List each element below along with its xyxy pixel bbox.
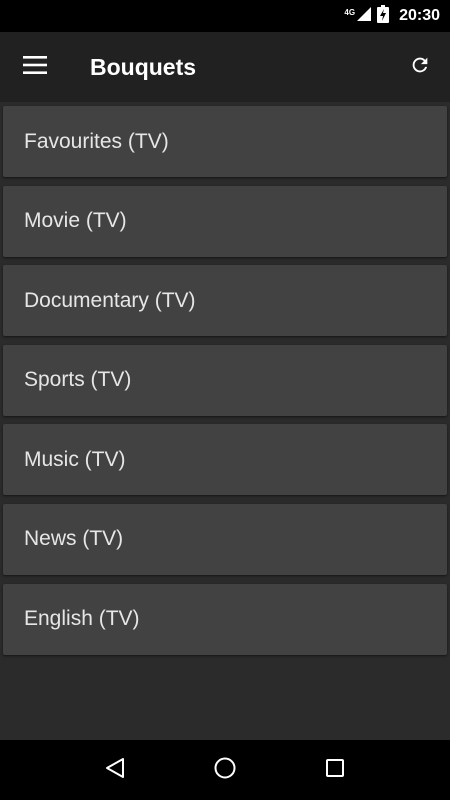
bouquet-label: Documentary (TV)	[24, 288, 196, 312]
recents-icon	[325, 758, 345, 783]
bouquet-label: Favourites (TV)	[24, 129, 169, 153]
battery-charging-icon	[377, 4, 390, 28]
bouquet-label: Music (TV)	[24, 447, 126, 471]
signal-icon	[357, 6, 372, 26]
network-type: 4G	[344, 7, 356, 17]
home-button[interactable]	[200, 745, 250, 795]
refresh-icon	[409, 54, 431, 81]
bouquet-item-english[interactable]: English (TV)	[3, 583, 447, 655]
back-button[interactable]	[90, 745, 140, 795]
bouquet-list: Favourites (TV) Movie (TV) Documentary (…	[0, 102, 450, 740]
bouquet-item-music[interactable]: Music (TV)	[3, 424, 447, 496]
navigation-bar	[0, 740, 450, 800]
status-time: 20:30	[399, 7, 440, 24]
status-bar: 4G 20:30	[0, 0, 450, 32]
bouquet-label: Sports (TV)	[24, 368, 132, 392]
bouquet-item-news[interactable]: News (TV)	[3, 503, 447, 575]
refresh-button[interactable]	[390, 32, 450, 102]
menu-button[interactable]	[0, 32, 70, 102]
menu-icon	[23, 55, 47, 79]
bouquet-label: Movie (TV)	[24, 209, 127, 233]
app-bar: Bouquets	[0, 32, 450, 102]
bouquet-item-movie[interactable]: Movie (TV)	[3, 185, 447, 257]
bouquet-label: News (TV)	[24, 527, 124, 551]
bouquet-item-documentary[interactable]: Documentary (TV)	[3, 265, 447, 337]
bouquet-item-favourites[interactable]: Favourites (TV)	[3, 106, 447, 177]
page-title: Bouquets	[90, 53, 197, 80]
recents-button[interactable]	[310, 745, 360, 795]
home-icon	[213, 756, 237, 785]
bouquet-label: English (TV)	[24, 607, 140, 631]
bouquet-item-sports[interactable]: Sports (TV)	[3, 344, 447, 416]
back-icon	[104, 757, 126, 784]
